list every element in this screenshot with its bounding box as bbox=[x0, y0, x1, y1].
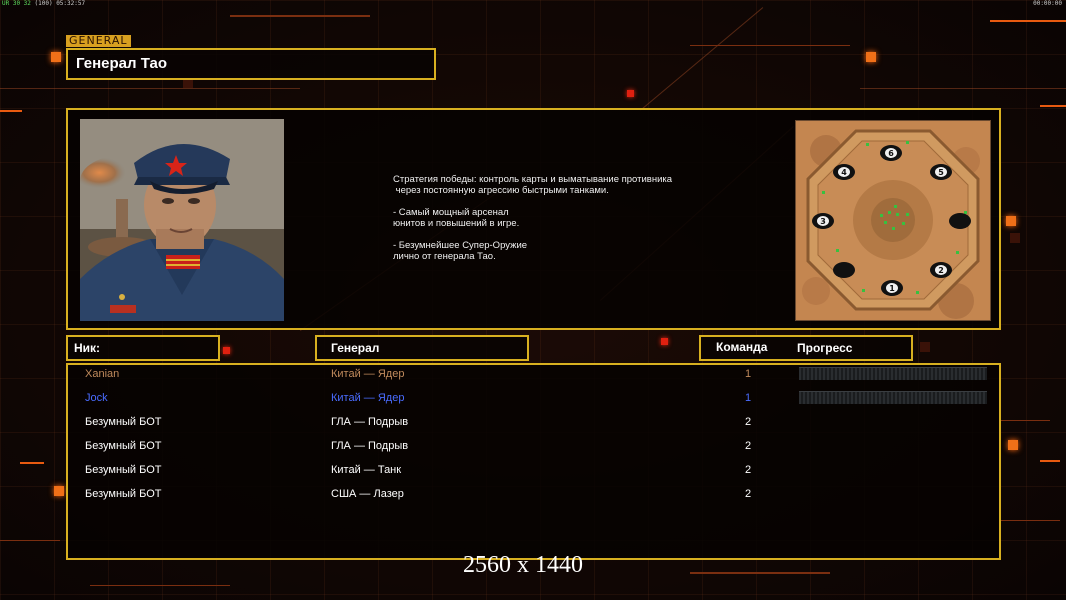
player-row[interactable]: Безумный БОТ ГЛА — Подрыв 2 bbox=[68, 413, 999, 437]
deco-line bbox=[1040, 105, 1066, 107]
title-box: Генерал Тао bbox=[66, 48, 436, 80]
general-tag: GENERAL bbox=[66, 35, 131, 47]
player-nick: Безумный БОТ bbox=[85, 464, 162, 476]
deco-line bbox=[0, 88, 300, 89]
deco-square bbox=[1008, 440, 1018, 450]
player-general: Китай — Ядер bbox=[331, 392, 405, 404]
deco-square bbox=[1006, 216, 1016, 226]
column-header-general: Генерал bbox=[315, 335, 529, 361]
perf-overlay: UR 30 32 (100) 05:32:57 bbox=[2, 0, 85, 7]
deco-square bbox=[223, 347, 230, 354]
player-row[interactable]: Jock Китай — Ядер 1 bbox=[68, 389, 999, 413]
column-header-nick-label: Ник: bbox=[74, 341, 101, 355]
player-progress-bar bbox=[799, 391, 987, 404]
player-team: 2 bbox=[745, 464, 752, 476]
deco-line bbox=[1000, 520, 1060, 521]
deco-line bbox=[990, 20, 1066, 22]
start-position-label: 1 bbox=[889, 284, 895, 293]
perf-fps: UR 30 32 bbox=[2, 0, 31, 7]
player-nick: Безумный БОТ bbox=[85, 488, 162, 500]
player-team: 2 bbox=[745, 488, 752, 500]
general-portrait bbox=[80, 119, 284, 321]
player-row[interactable]: Xanian Китай — Ядер 1 bbox=[68, 365, 999, 389]
deco-square bbox=[51, 52, 61, 62]
player-general: США — Лазер bbox=[331, 488, 404, 500]
player-row[interactable]: Безумный БОТ США — Лазер 2 bbox=[68, 485, 999, 509]
deco-line bbox=[90, 585, 230, 586]
description-line: через постоянную агрессию быстрыми танка… bbox=[393, 185, 609, 196]
deco-line bbox=[0, 540, 60, 541]
column-header-general-label: Генерал bbox=[331, 341, 380, 355]
player-general: Китай — Ядер bbox=[331, 368, 405, 380]
player-general: ГЛА — Подрыв bbox=[331, 416, 409, 428]
deco-line bbox=[690, 45, 850, 46]
column-header-team-progress: Команда Прогресс bbox=[699, 335, 913, 361]
player-progress-bar bbox=[799, 367, 987, 380]
player-nick: Xanian bbox=[85, 368, 120, 380]
resolution-label: 2560 x 1440 bbox=[463, 552, 583, 578]
player-nick: Безумный БОТ bbox=[85, 416, 162, 428]
start-position-label: 5 bbox=[938, 168, 944, 177]
column-header-progress-label: Прогресс bbox=[797, 341, 853, 355]
description-line: - Самый мощный арсенал bbox=[393, 207, 509, 218]
description-line: - Безумнейшее Супер-Оружие bbox=[393, 240, 528, 251]
deco-line bbox=[0, 110, 22, 112]
player-nick: Jock bbox=[85, 392, 108, 404]
player-team: 2 bbox=[745, 440, 752, 452]
description-line bbox=[393, 229, 713, 240]
player-general: ГЛА — Подрыв bbox=[331, 440, 409, 452]
player-team: 1 bbox=[745, 368, 752, 380]
description-line: лично от генерала Тао. bbox=[393, 251, 496, 262]
deco-square bbox=[54, 486, 64, 496]
map-preview[interactable]: 1 2 3 4 5 6 bbox=[795, 120, 991, 321]
deco-square bbox=[920, 342, 930, 352]
column-header-team-label: Команда bbox=[716, 340, 768, 354]
general-description: Стратегия победы: контроль карты и вымат… bbox=[393, 174, 713, 262]
column-header-nick: Ник: bbox=[66, 335, 220, 361]
start-position-label: 4 bbox=[841, 168, 847, 177]
deco-square bbox=[1010, 233, 1020, 243]
player-team: 2 bbox=[745, 416, 752, 428]
description-line: юнитов и повышений в игре. bbox=[393, 218, 520, 229]
start-position-label: 3 bbox=[820, 217, 826, 226]
player-row[interactable]: Безумный БОТ Китай — Танк 2 bbox=[68, 461, 999, 485]
deco-square bbox=[627, 90, 634, 97]
player-list: Xanian Китай — Ядер 1 Jock Китай — Ядер 1 Безу… bbox=[66, 363, 1001, 560]
deco-line bbox=[860, 88, 1066, 89]
info-panel: Стратегия победы: контроль карты и вымат… bbox=[66, 108, 1001, 330]
perf-clock: (100) 05:32:57 bbox=[30, 0, 86, 7]
player-row[interactable]: Безумный БОТ ГЛА — Подрыв 2 bbox=[68, 437, 999, 461]
start-position-label: 2 bbox=[938, 266, 944, 275]
deco-line bbox=[230, 15, 370, 17]
deco-line bbox=[20, 462, 44, 464]
player-nick: Безумный БОТ bbox=[85, 440, 162, 452]
description-line bbox=[393, 196, 713, 207]
deco-line bbox=[1040, 460, 1060, 462]
start-position-label: 6 bbox=[888, 149, 894, 158]
player-general: Китай — Танк bbox=[331, 464, 402, 476]
deco-line bbox=[1000, 420, 1050, 421]
timer: 00:00:00 bbox=[1033, 0, 1062, 7]
player-team: 1 bbox=[745, 392, 752, 404]
description-line: Стратегия победы: контроль карты и вымат… bbox=[393, 174, 673, 185]
deco-square bbox=[661, 338, 668, 345]
deco-square bbox=[866, 52, 876, 62]
deco-line bbox=[690, 572, 830, 574]
general-title: Генерал Тао bbox=[76, 55, 167, 72]
